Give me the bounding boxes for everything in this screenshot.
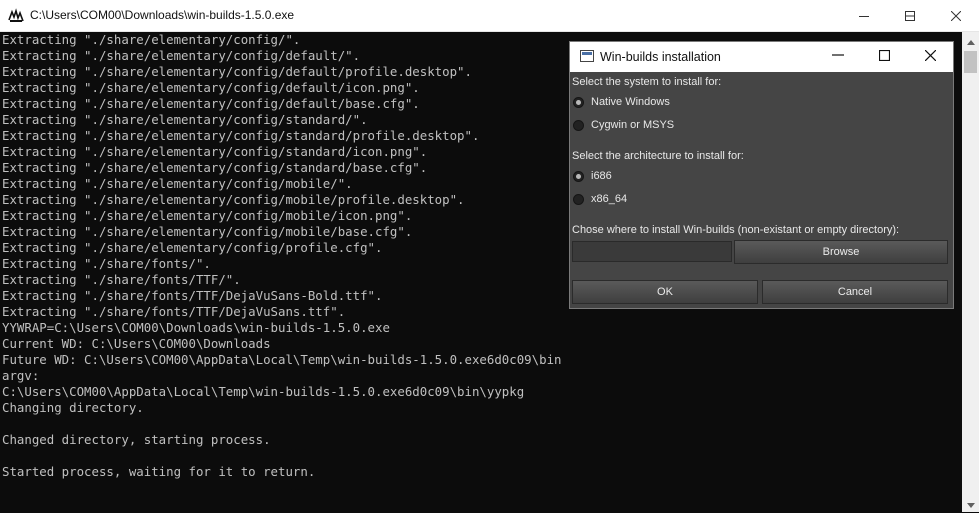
- dialog-body: Select the system to install for: Native…: [570, 72, 953, 308]
- install-dir-input[interactable]: [572, 241, 732, 262]
- ok-button[interactable]: OK: [572, 280, 758, 304]
- console-line: YYWRAP=C:\Users\COM00\Downloads\win-buil…: [2, 320, 390, 335]
- system-label: Select the system to install for:: [572, 76, 722, 88]
- cmd-icon: [8, 8, 24, 24]
- console-line: Extracting "./share/elementary/config/st…: [2, 160, 428, 175]
- maximize-icon: [878, 48, 890, 66]
- console-titlebar: C:\Users\COM00\Downloads\win-builds-1.5.…: [0, 0, 979, 32]
- console-line: Extracting "./share/elementary/config/mo…: [2, 176, 353, 191]
- browse-button[interactable]: Browse: [734, 240, 948, 264]
- radio-button[interactable]: [573, 193, 584, 205]
- radio-cygwin-msys[interactable]: Cygwin or MSYS: [573, 117, 674, 133]
- maximize-button[interactable]: [887, 0, 933, 31]
- close-icon: [951, 10, 961, 21]
- radio-button[interactable]: [573, 119, 584, 131]
- dialog-close-button[interactable]: [907, 42, 953, 72]
- scroll-up-button[interactable]: [962, 32, 979, 49]
- scroll-thumb[interactable]: [964, 51, 977, 73]
- window-icon: [580, 50, 594, 62]
- radio-i686[interactable]: i686: [573, 168, 612, 184]
- chevron-up-icon: [966, 32, 975, 50]
- console-line: Extracting "./share/elementary/config/st…: [2, 112, 368, 127]
- console-line: Extracting "./share/elementary/config/pr…: [2, 240, 383, 255]
- maximize-icon: [905, 10, 915, 21]
- minimize-icon: [832, 48, 844, 66]
- radio-x86-64[interactable]: x86_64: [573, 191, 627, 207]
- chevron-down-icon: [966, 495, 975, 513]
- radio-button-checked[interactable]: [573, 170, 584, 182]
- installer-dialog: Win-builds installation Select the syste…: [569, 41, 954, 309]
- radio-label: i686: [591, 170, 612, 182]
- minimize-button-2[interactable]: [841, 0, 887, 31]
- console-line: Changed directory, starting process.: [2, 432, 271, 447]
- radio-label: Cygwin or MSYS: [591, 119, 675, 131]
- cancel-button[interactable]: Cancel: [762, 280, 948, 304]
- console-line: Extracting "./share/elementary/config/st…: [2, 128, 480, 143]
- window-title: C:\Users\COM00\Downloads\win-builds-1.5.…: [30, 8, 295, 22]
- console-line: Extracting "./share/elementary/config/".: [2, 32, 301, 47]
- console-line: Extracting "./share/fonts/TTF/".: [2, 272, 241, 287]
- dialog-maximize-button[interactable]: [861, 42, 907, 72]
- console-line: Extracting "./share/elementary/config/mo…: [2, 224, 413, 239]
- console-line: Extracting "./share/elementary/config/mo…: [2, 208, 413, 223]
- close-button[interactable]: [933, 0, 979, 31]
- console-text: Extracting "./share/elementary/config/".…: [2, 32, 562, 480]
- console-line: Extracting "./share/elementary/config/de…: [2, 96, 420, 111]
- console-line: Started process, waiting for it to retur…: [2, 464, 316, 479]
- console-line: Extracting "./share/elementary/config/de…: [2, 48, 361, 63]
- console-line: Future WD: C:\Users\COM00\AppData\Local\…: [2, 352, 562, 367]
- console-line: argv:: [2, 368, 40, 383]
- dialog-titlebar: Win-builds installation: [570, 42, 953, 72]
- dialog-minimize-button[interactable]: [815, 42, 861, 72]
- minimize-icon: [859, 11, 869, 21]
- dialog-title: Win-builds installation: [600, 50, 721, 64]
- radio-label: Native Windows: [591, 96, 670, 108]
- console-line: C:\Users\COM00\AppData\Local\Temp\win-bu…: [2, 384, 525, 399]
- vertical-scrollbar[interactable]: [962, 32, 979, 512]
- radio-button-checked[interactable]: [573, 96, 584, 108]
- install-dir-label: Chose where to install Win-builds (non-e…: [572, 224, 900, 236]
- console-line: Extracting "./share/fonts/TTF/DejaVuSans…: [2, 288, 383, 303]
- radio-label: x86_64: [591, 193, 628, 205]
- console-line: Current WD: C:\Users\COM00\Downloads: [2, 336, 271, 351]
- console-line: Extracting "./share/elementary/config/st…: [2, 144, 428, 159]
- console-line: Changing directory.: [2, 400, 144, 415]
- console-line: Extracting "./share/elementary/config/de…: [2, 80, 420, 95]
- console-line: Extracting "./share/fonts/".: [2, 256, 211, 271]
- arch-label: Select the architecture to install for:: [572, 150, 744, 162]
- scroll-down-button[interactable]: [962, 495, 979, 512]
- close-icon: [924, 48, 936, 66]
- console-line: Extracting "./share/elementary/config/mo…: [2, 192, 465, 207]
- radio-native-windows[interactable]: Native Windows: [573, 94, 670, 110]
- console-line: Extracting "./share/fonts/TTF/DejaVuSans…: [2, 304, 346, 319]
- console-line: Extracting "./share/elementary/config/de…: [2, 64, 472, 79]
